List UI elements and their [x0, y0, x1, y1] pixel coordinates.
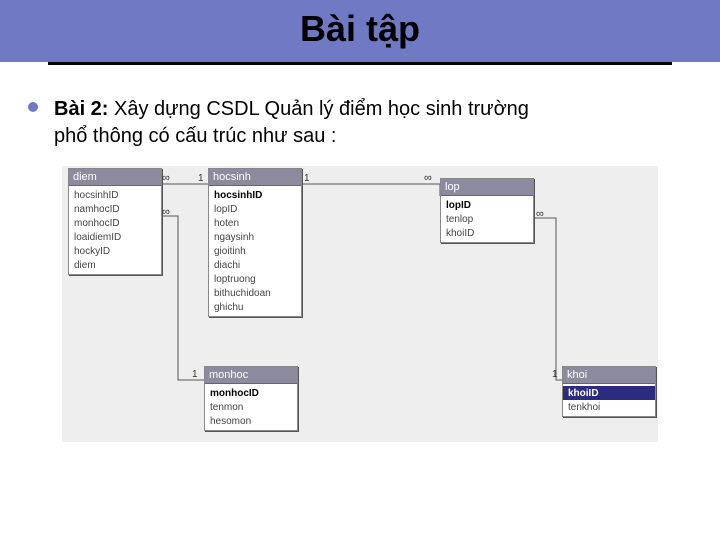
field: gioitinh — [209, 244, 301, 258]
er-diagram: diem hocsinhIDnamhocIDmonhocIDloaidiemID… — [62, 166, 658, 442]
field: hoten — [209, 216, 301, 230]
bullet-icon — [28, 102, 38, 112]
field: hesomon — [205, 414, 297, 428]
field: monhocID — [69, 216, 161, 230]
field: tenkhoi — [563, 400, 655, 414]
table-fields: lopIDtenlopkhoiID — [441, 196, 533, 242]
cardinality-many: ∞ — [162, 172, 170, 184]
cardinality-many: ∞ — [536, 208, 544, 220]
cardinality-one: 1 — [552, 369, 558, 380]
table-hocsinh: hocsinh hocsinhIDlopIDhotenngaysinhgioit… — [208, 168, 302, 317]
body-text: Bài 2: Xây dựng CSDL Quản lý điểm học si… — [54, 96, 690, 150]
table-fields: hocsinhIDnamhocIDmonhocIDloaidiemIDhocky… — [69, 186, 161, 274]
table-fields: khoiIDtenkhoi — [563, 384, 655, 416]
table-khoi: khoi khoiIDtenkhoi — [562, 366, 656, 417]
field: ghichu — [209, 300, 301, 314]
table-header: monhoc — [205, 367, 297, 384]
field: loaidiemID — [69, 230, 161, 244]
field: hockyID — [69, 244, 161, 258]
cardinality-many: ∞ — [162, 206, 170, 218]
field: lopID — [209, 202, 301, 216]
field: tenmon — [205, 400, 297, 414]
exercise-number: Bài 2: — [54, 98, 108, 120]
cardinality-one: 1 — [192, 369, 198, 380]
field: khoiID — [441, 226, 533, 240]
field: monhocID — [205, 386, 297, 400]
field: tenlop — [441, 212, 533, 226]
table-fields: monhocIDtenmonhesomon — [205, 384, 297, 430]
field: namhocID — [69, 202, 161, 216]
cardinality-many: ∞ — [424, 172, 432, 184]
field: diachi — [209, 258, 301, 272]
field: diem — [69, 258, 161, 272]
table-diem: diem hocsinhIDnamhocIDmonhocIDloaidiemID… — [68, 168, 162, 275]
field: loptruong — [209, 272, 301, 286]
cardinality-one: 1 — [304, 173, 310, 184]
field: bithuchidoan — [209, 286, 301, 300]
exercise-text-line1: Xây dựng CSDL Quản lý điểm học sinh trườ… — [108, 98, 528, 120]
table-header: khoi — [563, 367, 655, 384]
table-header: hocsinh — [209, 169, 301, 186]
cardinality-one: 1 — [198, 173, 204, 184]
table-fields: hocsinhIDlopIDhotenngaysinhgioitinhdiach… — [209, 186, 301, 316]
field: khoiID — [563, 386, 655, 400]
field: hocsinhID — [209, 188, 301, 202]
table-header: lop — [441, 179, 533, 196]
slide-title: Bài tập — [0, 8, 720, 50]
table-lop: lop lopIDtenlopkhoiID — [440, 178, 534, 243]
title-underline — [48, 62, 672, 65]
table-header: diem — [69, 169, 161, 186]
field: lopID — [441, 198, 533, 212]
slide: { "title": "Bài tập", "bullet_lead": "Bà… — [0, 0, 720, 540]
field: hocsinhID — [69, 188, 161, 202]
table-monhoc: monhoc monhocIDtenmonhesomon — [204, 366, 298, 431]
field: ngaysinh — [209, 230, 301, 244]
exercise-text-line2: phổ thông có cấu trúc như sau : — [54, 123, 690, 150]
